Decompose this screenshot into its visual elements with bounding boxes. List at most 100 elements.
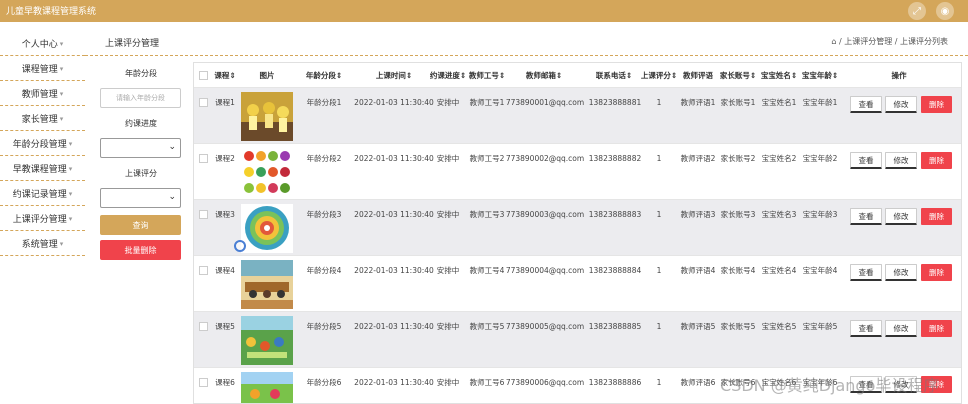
row-checkbox[interactable] xyxy=(199,210,208,219)
cell-progress: 安排中 xyxy=(436,377,460,387)
sidebar-item-booking[interactable]: 约课记录管理 ▾ xyxy=(0,182,85,206)
cell-email: 773890001@qq.com xyxy=(505,97,585,107)
cell-course: 课程1 xyxy=(215,97,235,107)
cell-course: 课程2 xyxy=(215,153,235,163)
delete-button[interactable]: 删除 xyxy=(921,208,952,225)
cell-class-time: 2022-01-03 11:30:40 xyxy=(354,377,434,387)
user-icon[interactable]: ◉ xyxy=(936,2,954,20)
table-row: 课程5 年龄分段5 2022-01-03 11:30:40 安排中 教师工号5 … xyxy=(194,311,961,367)
row-checkbox[interactable] xyxy=(199,322,208,331)
cell-teacher-id: 教师工号5 xyxy=(469,321,505,331)
batch-delete-button[interactable]: 批量删除 xyxy=(100,240,181,260)
sidebar-item-parent[interactable]: 家长管理 ▾ xyxy=(0,107,85,131)
breadcrumb[interactable]: ⌂ / 上课评分管理 / 上课评分列表 xyxy=(831,36,948,47)
edit-button[interactable]: 修改 xyxy=(885,96,917,113)
score-label: 上课评分 xyxy=(125,169,157,178)
edit-button[interactable]: 修改 xyxy=(885,152,917,169)
sidebar: 个人中心 ▾ 课程管理 ▾ 教师管理 ▾ 家长管理 ▾ 年龄分段管理 ▾ 早教课程管理 ▾ … xyxy=(0,22,85,404)
col-teacher-comment: 教师评语 xyxy=(683,70,713,80)
course-image xyxy=(241,316,293,365)
cell-comment: 教师评语2 xyxy=(680,153,716,163)
cell-age-group: 年龄分段1 xyxy=(306,97,342,107)
sidebar-item-teacher[interactable]: 教师管理 ▾ xyxy=(0,82,85,106)
edit-button[interactable]: 修改 xyxy=(885,208,917,225)
cell-class-time: 2022-01-03 11:30:40 xyxy=(354,97,434,107)
delete-button[interactable]: 删除 xyxy=(921,152,952,169)
progress-select[interactable]: ⌄ xyxy=(100,138,181,158)
col-image: 图片 xyxy=(259,70,275,80)
row-checkbox[interactable] xyxy=(199,98,208,107)
view-button[interactable]: 查看 xyxy=(850,320,882,337)
chevron-down-icon: ▾ xyxy=(68,139,73,148)
cell-baby-name: 宝宝姓名3 xyxy=(761,209,797,219)
chevron-down-icon: ▾ xyxy=(68,189,73,198)
cell-score: 1 xyxy=(656,97,662,107)
delete-button[interactable]: 删除 xyxy=(921,96,952,113)
cell-class-time: 2022-01-03 11:30:40 xyxy=(354,265,434,275)
cell-teacher-id: 教师工号6 xyxy=(469,377,505,387)
sidebar-item-age-group[interactable]: 年龄分段管理 ▾ xyxy=(0,132,85,156)
view-button[interactable]: 查看 xyxy=(850,208,882,225)
cell-phone: 13823888886 xyxy=(588,377,642,387)
sidebar-item-course[interactable]: 课程管理 ▾ xyxy=(0,57,85,81)
table-row: 课程2 年龄分段2 2022-01-03 11:30:40 安排中 教师工号2 … xyxy=(194,143,961,199)
col-parent-account[interactable]: 家长账号⇕ xyxy=(719,63,757,87)
col-age-group[interactable]: 年龄分段⇕ xyxy=(304,63,344,87)
edit-button[interactable]: 修改 xyxy=(885,320,917,337)
chevron-down-icon: ⌄ xyxy=(168,192,176,202)
cell-comment: 教师评语6 xyxy=(680,377,716,387)
course-image xyxy=(241,204,293,253)
progress-label: 约课进度 xyxy=(125,119,157,128)
sidebar-item-rating[interactable]: 上课评分管理 ▾ xyxy=(0,207,85,231)
sidebar-item-early-course[interactable]: 早教课程管理 ▾ xyxy=(0,157,85,181)
delete-button[interactable]: 删除 xyxy=(921,320,952,337)
edit-button[interactable]: 修改 xyxy=(885,264,917,281)
col-baby-name[interactable]: 宝宝姓名⇕ xyxy=(760,63,798,87)
col-teacher-id[interactable]: 教师工号⇕ xyxy=(469,63,505,87)
sidebar-item-system[interactable]: 系统管理 ▾ xyxy=(0,232,85,256)
cell-baby-age: 宝宝年龄4 xyxy=(802,265,838,275)
cell-age-group: 年龄分段5 xyxy=(306,321,342,331)
col-class-time[interactable]: 上课时间⇕ xyxy=(364,63,424,87)
view-button[interactable]: 查看 xyxy=(850,152,882,169)
query-button[interactable]: 查询 xyxy=(100,215,181,235)
row-checkbox[interactable] xyxy=(199,154,208,163)
cell-score: 1 xyxy=(656,321,662,331)
col-course[interactable]: 课程⇕ xyxy=(212,63,238,87)
chevron-down-icon: ▾ xyxy=(59,39,64,48)
col-phone[interactable]: 联系电话⇕ xyxy=(594,63,634,87)
chevron-down-icon: ▾ xyxy=(59,89,64,98)
row-checkbox[interactable] xyxy=(199,378,208,387)
cell-score: 1 xyxy=(656,265,662,275)
col-progress[interactable]: 约课进度⇕ xyxy=(430,63,466,87)
cell-parent-account: 家长账号1 xyxy=(720,97,756,107)
col-baby-age[interactable]: 宝宝年龄⇕ xyxy=(801,63,839,87)
cell-teacher-id: 教师工号4 xyxy=(469,265,505,275)
delete-button[interactable]: 删除 xyxy=(921,264,952,281)
view-button[interactable]: 查看 xyxy=(850,96,882,113)
col-teacher-email[interactable]: 教师邮箱⇕ xyxy=(514,63,574,87)
course-image xyxy=(241,260,293,309)
cell-comment: 教师评语1 xyxy=(680,97,716,107)
fullscreen-icon[interactable]: ⤢ xyxy=(908,2,926,20)
course-image xyxy=(241,92,293,141)
score-select[interactable]: ⌄ xyxy=(100,188,181,208)
cell-comment: 教师评语5 xyxy=(680,321,716,331)
cell-progress: 安排中 xyxy=(436,209,460,219)
sidebar-item-personal-center[interactable]: 个人中心 ▾ xyxy=(0,32,85,56)
cell-progress: 安排中 xyxy=(436,97,460,107)
cell-phone: 13823888881 xyxy=(588,97,642,107)
col-score[interactable]: 上课评分⇕ xyxy=(639,63,679,87)
cell-comment: 教师评语4 xyxy=(680,265,716,275)
view-button[interactable]: 查看 xyxy=(850,264,882,281)
select-all-checkbox[interactable] xyxy=(199,71,208,80)
course-image xyxy=(241,148,293,197)
content-header: 上课评分管理 ⌂ / 上课评分管理 / 上课评分列表 xyxy=(85,22,968,56)
cell-parent-account: 家长账号4 xyxy=(720,265,756,275)
row-checkbox[interactable] xyxy=(199,266,208,275)
cell-course: 课程4 xyxy=(215,265,235,275)
age-group-input[interactable]: 请输入年龄分段 xyxy=(100,88,181,108)
cell-baby-name: 宝宝姓名5 xyxy=(761,321,797,331)
chevron-down-icon: ▾ xyxy=(59,64,64,73)
cell-age-group: 年龄分段6 xyxy=(306,377,342,387)
